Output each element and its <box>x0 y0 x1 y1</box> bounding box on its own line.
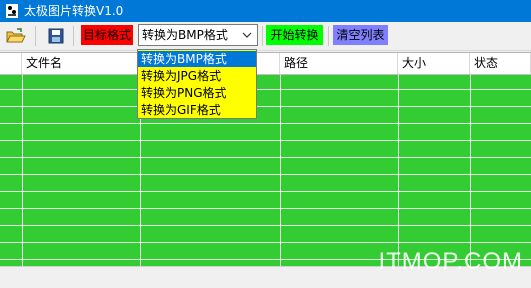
table-column-line <box>398 75 399 267</box>
window-title: 太极图片转换V1.0 <box>24 4 124 18</box>
header-path[interactable]: 路径 <box>280 53 398 74</box>
app-icon <box>6 4 18 18</box>
table-row-line <box>0 123 531 124</box>
table-row-line <box>0 106 531 107</box>
option-bmp[interactable]: 转换为BMP格式 <box>138 51 256 67</box>
table-header: 文件名 路径 大小 状态 <box>0 53 531 75</box>
clear-list-button[interactable]: 清空列表 <box>333 25 388 45</box>
file-list[interactable]: 文件名 路径 大小 状态 <box>0 52 531 267</box>
save-button[interactable] <box>45 25 67 47</box>
option-jpg[interactable]: 转换为JPG格式 <box>138 68 256 84</box>
table-row-line <box>0 242 531 243</box>
table-row-line <box>0 225 531 226</box>
table-column-line <box>280 75 281 267</box>
format-select-value: 转换为BMP格式 <box>142 28 228 42</box>
chevron-down-icon[interactable] <box>239 27 255 43</box>
toolbar-separator <box>73 26 74 46</box>
format-dropdown-list[interactable]: 转换为BMP格式 转换为JPG格式 转换为PNG格式 转换为GIF格式 <box>137 49 257 119</box>
toolbar: 目标格式 转换为BMP格式 开始转换 清空列表 <box>0 22 531 51</box>
open-folder-icon <box>6 28 26 43</box>
option-gif[interactable]: 转换为GIF格式 <box>138 102 256 118</box>
format-select[interactable]: 转换为BMP格式 <box>138 24 258 46</box>
save-icon <box>48 28 64 44</box>
table-row-line <box>0 157 531 158</box>
option-png[interactable]: 转换为PNG格式 <box>138 85 256 101</box>
watermark: ITMOP.COM <box>378 248 523 275</box>
table-column-line <box>470 75 471 267</box>
table-body[interactable] <box>0 75 531 267</box>
table-row-line <box>0 140 531 141</box>
table-row-line <box>0 208 531 209</box>
header-status[interactable]: 状态 <box>470 53 531 74</box>
table-column-line <box>22 75 23 267</box>
header-size[interactable]: 大小 <box>398 53 470 74</box>
start-convert-button[interactable]: 开始转换 <box>266 25 323 45</box>
open-folder-button[interactable] <box>4 25 26 47</box>
header-cell-index[interactable] <box>0 53 22 74</box>
title-bar[interactable]: 太极图片转换V1.0 <box>0 0 531 22</box>
table-row-line <box>0 174 531 175</box>
table-row-line <box>0 191 531 192</box>
table-row-line <box>0 89 531 90</box>
target-format-label: 目标格式 <box>81 25 133 45</box>
toolbar-separator <box>35 26 36 46</box>
toolbar-separator <box>328 26 329 46</box>
toolbar-separator <box>262 26 263 46</box>
